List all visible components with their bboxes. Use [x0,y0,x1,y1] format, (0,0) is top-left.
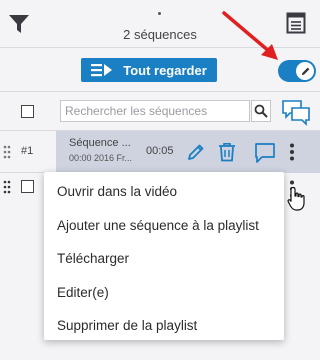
sequence-row[interactable]: #1 Séquence ... 00:00 2016 Fr... 00:05 [0,131,320,173]
sequence-meta: 00:00 2016 Fr... [69,153,133,163]
comments-icon[interactable] [281,99,311,127]
sequence-duration: 00:05 [146,145,174,157]
separator-dot [158,12,161,15]
context-menu: Ouvrir dans la vidéo Ajouter une séquenc… [44,172,284,340]
edit-mode-toggle[interactable] [278,60,316,82]
watch-all-label: Tout regarder [123,62,207,78]
pencil-icon [301,67,309,75]
edit-pencil-icon[interactable] [186,142,206,162]
search-input[interactable] [60,100,250,122]
document-list-icon[interactable] [286,12,306,34]
menu-item-remove-from-playlist[interactable]: Supprimer de la playlist [44,309,284,343]
sequence-count: 2 séquences [123,27,197,42]
toggle-knob [296,62,314,80]
drag-handle-icon[interactable] [3,180,11,194]
playlist-play-icon [91,64,113,77]
comment-icon[interactable] [254,142,276,164]
search-row [0,92,320,131]
menu-item-add-to-playlist[interactable]: Ajouter une séquence à la playlist [44,209,284,243]
search-icon [254,104,268,118]
sequence-number: #1 [21,145,34,157]
filter-icon[interactable] [8,13,30,35]
more-options-icon[interactable] [289,143,295,161]
drag-handle-icon[interactable] [3,145,11,159]
menu-item-edit[interactable]: Editer(e) [44,276,284,310]
sequence-title[interactable]: Séquence ... [69,137,141,149]
watch-all-button[interactable]: Tout regarder [81,58,217,82]
hand-cursor-icon [287,186,305,211]
sequence-checkbox[interactable] [21,180,34,193]
select-all-checkbox[interactable] [21,105,34,118]
menu-item-download[interactable]: Télécharger [44,242,284,276]
top-bar: 2 séquences [0,0,320,48]
search-button[interactable] [251,100,271,122]
action-bar: Tout regarder [0,48,320,92]
menu-item-open-in-video[interactable]: Ouvrir dans la vidéo [44,175,284,209]
trash-icon[interactable] [218,142,236,162]
